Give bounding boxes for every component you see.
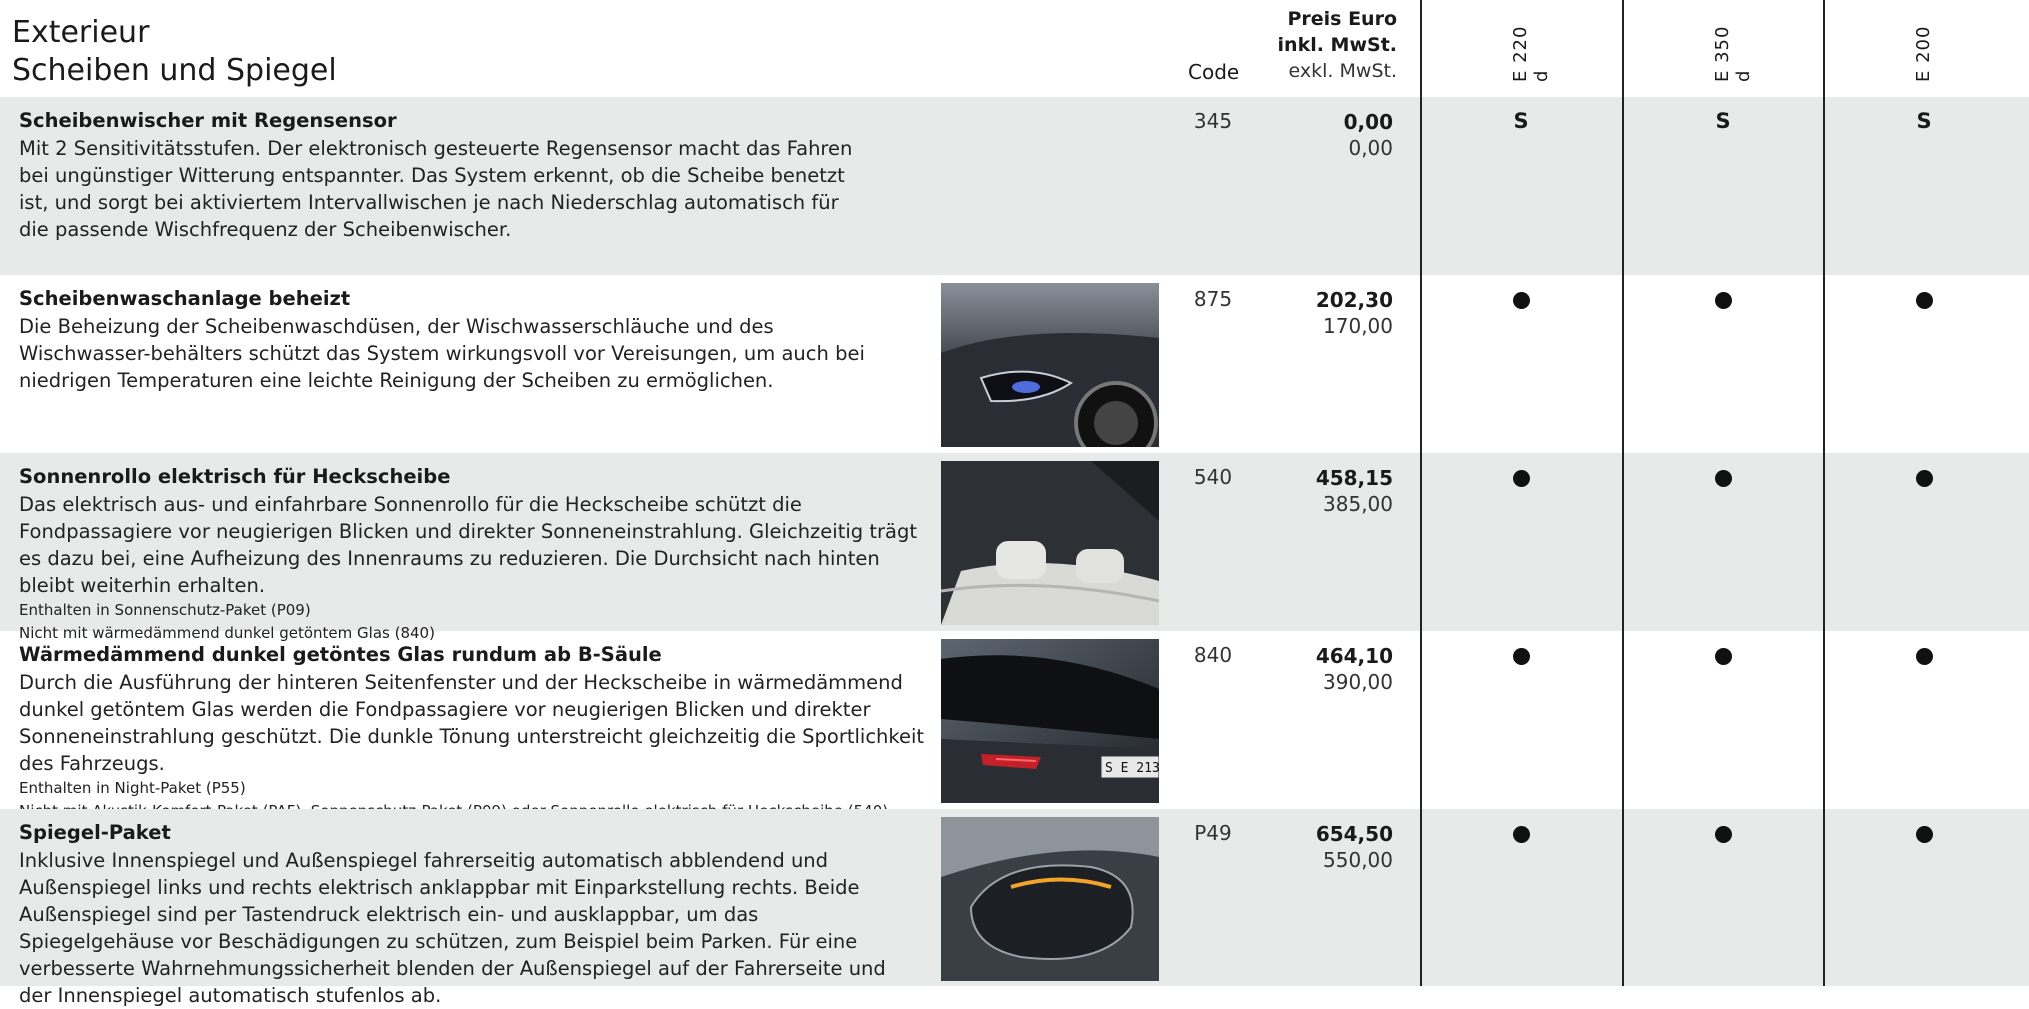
table-header: Exterieur Scheiben und Spiegel Code Prei… xyxy=(0,0,2029,97)
option-description-text: Die Beheizung der Scheibenwaschdüsen, de… xyxy=(19,315,865,392)
price-incl: 654,50 xyxy=(1315,822,1393,846)
price-excl: 385,00 xyxy=(1323,492,1393,516)
option-code: P49 xyxy=(1194,821,1232,845)
table-row: Spiegel-Paket Inklusive Innenspiegel und… xyxy=(0,809,2029,1007)
option-price: 458,15 385,00 xyxy=(1240,465,1393,517)
option-description: Inklusive Innenspiegel und Außenspiegel … xyxy=(19,847,919,1009)
option-title: Spiegel-Paket xyxy=(19,821,171,844)
license-plate: S E 213 xyxy=(1105,761,1159,776)
table-row: Sonnenrollo elektrisch für Heckscheibe D… xyxy=(0,453,2029,642)
column-divider xyxy=(1622,0,1624,986)
price-excl: 0,00 xyxy=(1348,136,1393,160)
availability-dot xyxy=(1501,821,1541,848)
optional-dot-icon xyxy=(1915,292,1933,309)
price-incl: 0,00 xyxy=(1343,110,1393,134)
option-note: Enthalten in Sonnenschutz-Paket (P09) xyxy=(19,601,311,619)
optional-dot-icon xyxy=(1714,470,1732,487)
price-incl: 464,10 xyxy=(1315,644,1393,668)
table-row: Scheibenwischer mit Regensensor Mit 2 Se… xyxy=(0,97,2029,275)
availability-dot xyxy=(1904,643,1944,670)
column-divider xyxy=(1823,0,1825,986)
mirror-photo xyxy=(941,817,1159,981)
availability-dot xyxy=(1501,287,1541,314)
model-header-e350d: E 350 d xyxy=(1712,25,1754,82)
availability-dot xyxy=(1501,465,1541,492)
price-incl: 458,15 xyxy=(1315,466,1393,490)
option-price: 202,30 170,00 xyxy=(1240,287,1393,339)
option-price: 654,50 550,00 xyxy=(1240,821,1393,873)
optional-dot-icon xyxy=(1714,648,1732,665)
option-description-text: Inklusive Innenspiegel und Außenspiegel … xyxy=(19,849,886,1007)
option-code: 875 xyxy=(1193,287,1233,311)
option-code: 540 xyxy=(1193,465,1233,489)
price-excl: 550,00 xyxy=(1323,848,1393,872)
optional-dot-icon xyxy=(1512,470,1530,487)
price-header-line: Preis Euro xyxy=(1287,8,1397,30)
optional-dot-icon xyxy=(1512,648,1530,665)
headlight-photo xyxy=(941,283,1159,447)
price-excl: 170,00 xyxy=(1323,314,1393,338)
availability-dot xyxy=(1904,287,1944,314)
price-excl: 390,00 xyxy=(1323,670,1393,694)
price-header-excl: exkl. MwSt. xyxy=(1288,60,1397,82)
option-price: 0,00 0,00 xyxy=(1240,109,1393,161)
availability-dot xyxy=(1703,643,1743,670)
option-description-text: Mit 2 Sensitivitätsstufen. Der elektroni… xyxy=(19,137,853,241)
option-description-text: Durch die Ausführung der hinteren Seiten… xyxy=(19,671,925,775)
availability-dot xyxy=(1703,821,1743,848)
optional-dot-icon xyxy=(1512,292,1530,309)
option-title: Wärmedämmend dunkel getöntes Glas rundum… xyxy=(19,643,662,666)
model-header-e200: E 200 xyxy=(1913,25,1934,82)
availability-dot xyxy=(1703,465,1743,492)
table-row: Scheibenwaschanlage beheizt Die Beheizun… xyxy=(0,275,2029,453)
availability-dot xyxy=(1904,465,1944,492)
tinted-rear-photo: S E 213 xyxy=(941,639,1159,803)
rear-seat-photo xyxy=(941,461,1159,625)
availability-standard: S xyxy=(1715,109,1731,133)
option-description: Durch die Ausführung der hinteren Seiten… xyxy=(19,669,929,823)
availability-dot xyxy=(1703,287,1743,314)
option-title: Scheibenwaschanlage beheizt xyxy=(19,287,351,310)
option-title: Sonnenrollo elektrisch für Heckscheibe xyxy=(19,465,451,488)
section-title: Exterieur xyxy=(12,15,150,50)
option-price: 464,10 390,00 xyxy=(1240,643,1393,695)
code-column-header: Code xyxy=(1188,60,1240,84)
option-description: Mit 2 Sensitivitätsstufen. Der elektroni… xyxy=(19,135,869,243)
subsection-title: Scheiben und Spiegel xyxy=(12,53,337,88)
price-incl: 202,30 xyxy=(1315,288,1393,312)
optional-dot-icon xyxy=(1915,648,1933,665)
optional-dot-icon xyxy=(1915,470,1933,487)
availability-standard: S xyxy=(1513,109,1529,133)
price-column-header: Preis Euro inkl. MwSt. exkl. MwSt. xyxy=(1250,6,1397,84)
option-code: 840 xyxy=(1193,643,1233,667)
option-description: Die Beheizung der Scheibenwaschdüsen, de… xyxy=(19,313,899,394)
column-divider xyxy=(1420,0,1422,986)
table-row: Wärmedämmend dunkel getöntes Glas rundum… xyxy=(0,631,2029,820)
availability-dot xyxy=(1904,821,1944,848)
option-description: Das elektrisch aus- und einfahrbare Sonn… xyxy=(19,491,919,645)
optional-dot-icon xyxy=(1512,826,1530,843)
option-description-text: Das elektrisch aus- und einfahrbare Sonn… xyxy=(19,493,917,597)
optional-dot-icon xyxy=(1714,826,1732,843)
option-note: Enthalten in Night-Paket (P55) xyxy=(19,779,246,797)
model-header-e220d: E 220 d xyxy=(1510,25,1552,82)
page-title: Exterieur Scheiben und Spiegel xyxy=(12,14,337,90)
option-code: 345 xyxy=(1193,109,1233,133)
option-title: Scheibenwischer mit Regensensor xyxy=(19,109,397,132)
price-header-incl: inkl. MwSt. xyxy=(1277,34,1397,56)
optional-dot-icon xyxy=(1714,292,1732,309)
availability-dot xyxy=(1501,643,1541,670)
availability-standard: S xyxy=(1916,109,1932,133)
optional-dot-icon xyxy=(1915,826,1933,843)
